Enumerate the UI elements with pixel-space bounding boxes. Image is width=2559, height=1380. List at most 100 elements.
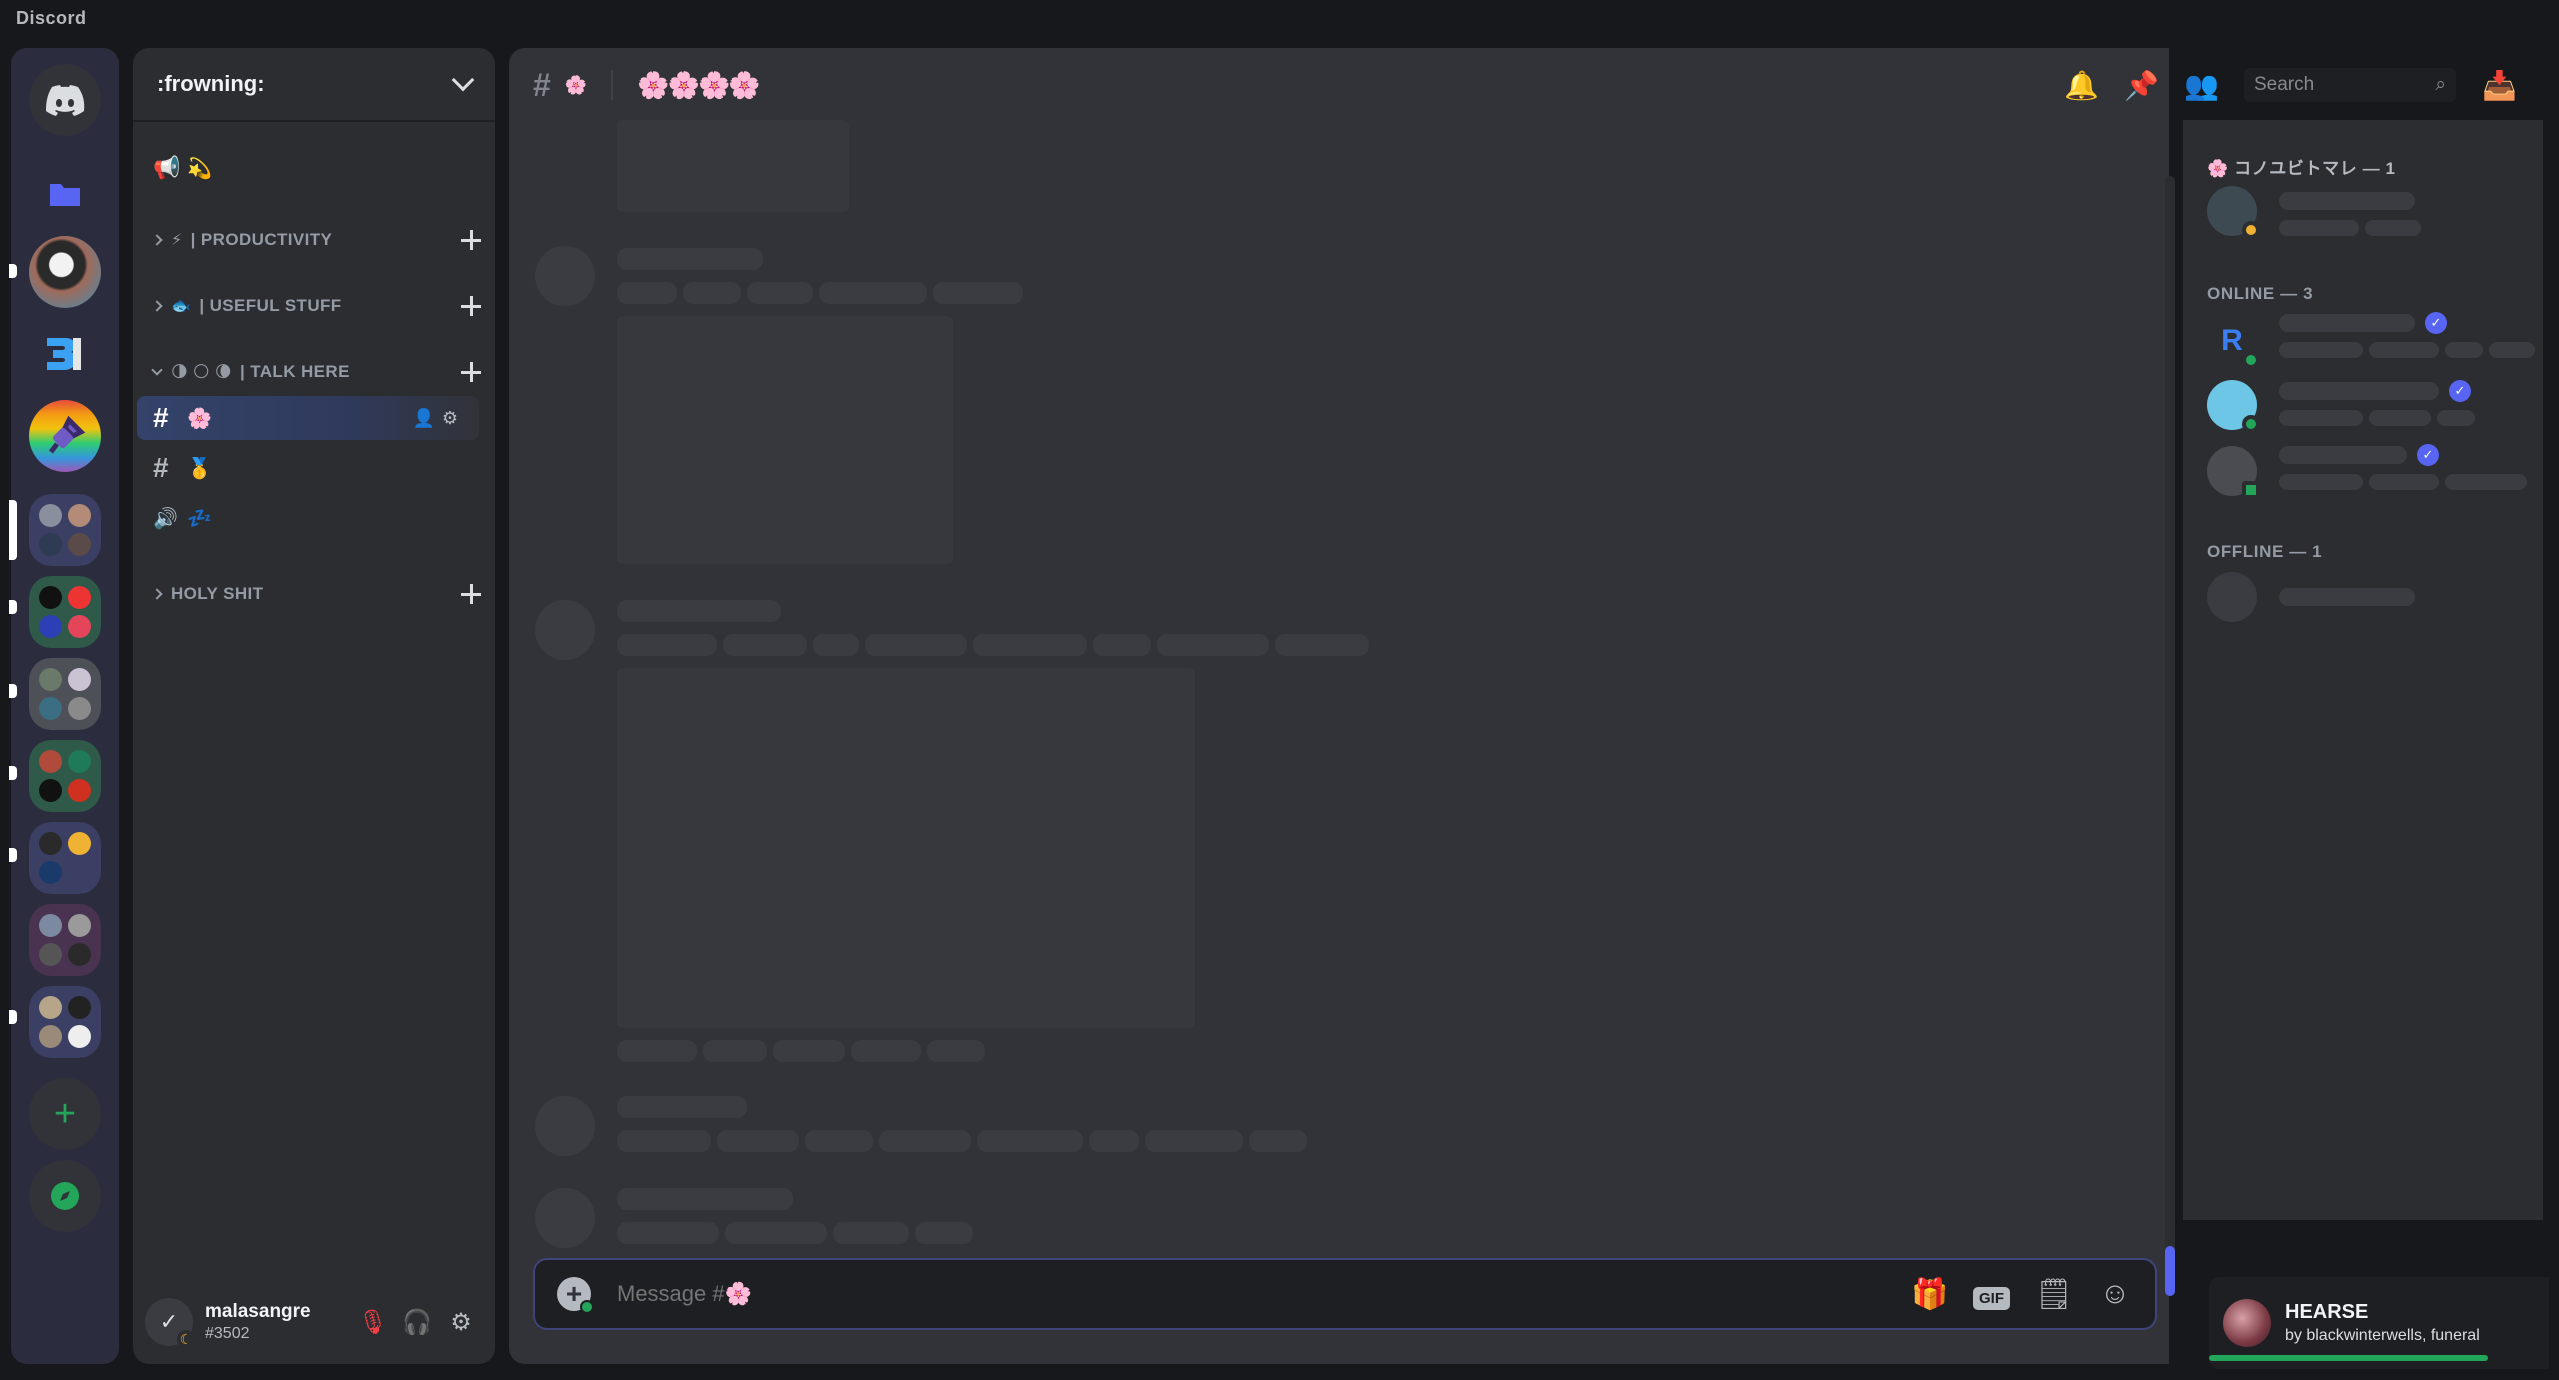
title-bar: Discord <box>0 0 2559 40</box>
create-channel-button[interactable] <box>461 230 481 250</box>
category-label: | PRODUCTIVITY <box>190 230 333 249</box>
server-folder[interactable] <box>29 494 101 566</box>
server-folder[interactable] <box>29 822 101 894</box>
loading-member-activity <box>2365 220 2421 236</box>
loading-member-activity <box>2279 474 2363 490</box>
scrollbar-thumb[interactable] <box>2165 1246 2175 1296</box>
server-folder[interactable] <box>29 658 101 730</box>
invite-icon[interactable]: 👤 <box>411 408 437 429</box>
user-info[interactable]: malasangre #3502 <box>205 1301 351 1343</box>
discord-logo-icon <box>46 85 85 116</box>
category-emoji: 🐟 <box>171 298 192 315</box>
server-folder[interactable] <box>29 158 101 230</box>
loading-text <box>851 1040 921 1062</box>
loading-text <box>703 1040 767 1062</box>
loading-text <box>865 634 967 656</box>
chevron-down-icon <box>451 68 475 92</box>
category-productivity[interactable]: ⚡ | PRODUCTIVITY <box>147 224 481 256</box>
loading-member-activity <box>2445 474 2527 490</box>
category-talk-here[interactable]: 🌗 🌕 🌘 | TALK HERE <box>147 356 481 388</box>
caret-right-icon <box>151 300 163 312</box>
channel-item[interactable]: # 🥇 <box>137 446 479 490</box>
category-emoji: ⚡ <box>171 232 183 249</box>
sticker-icon[interactable]: 🗒 <box>2035 1277 2073 1312</box>
category-label: | TALK HERE <box>239 362 350 381</box>
home-button[interactable] <box>29 64 101 136</box>
member-avatar[interactable] <box>2207 186 2260 239</box>
gif-button[interactable]: GIF <box>1973 1277 2010 1311</box>
plug-icon <box>49 415 86 454</box>
loading-avatar <box>535 246 595 306</box>
member-avatar[interactable]: R <box>2207 316 2260 369</box>
create-channel-button[interactable] <box>461 584 481 604</box>
create-channel-button[interactable] <box>461 362 481 382</box>
loading-member-activity <box>2279 410 2363 426</box>
member-avatar[interactable] <box>2207 380 2260 433</box>
locked-hash-icon: # <box>533 66 551 103</box>
voice-channel-item[interactable]: 🔊 💤 <box>137 496 479 540</box>
server-icon[interactable] <box>29 400 101 472</box>
announcement-channel[interactable]: 📢 💫 <box>137 146 479 190</box>
loading-name <box>617 248 763 270</box>
user-avatar[interactable]: ✓ ☾ <box>145 1298 195 1348</box>
loading-text <box>725 1222 827 1244</box>
track-title: HEARSE <box>2285 1301 2369 1323</box>
loading-text <box>973 634 1087 656</box>
gear-icon[interactable]: ⚙ <box>437 408 463 429</box>
server-icon[interactable] <box>29 318 101 390</box>
loading-member-activity <box>2369 410 2431 426</box>
category-holy-shit[interactable]: HOLY SHIT <box>147 578 481 610</box>
server-folder[interactable] <box>29 986 101 1058</box>
emoji-icon[interactable]: ☺ <box>2097 1277 2133 1311</box>
guild-header[interactable]: :frowning: <box>133 48 495 122</box>
loading-text <box>1145 1130 1243 1152</box>
loading-text <box>717 1130 799 1152</box>
megaphone-icon: 📢 <box>153 155 181 180</box>
status-dot <box>580 1300 594 1314</box>
app-title: Discord <box>16 8 87 28</box>
loading-member-activity <box>2279 342 2363 358</box>
bell-icon[interactable]: 🔔 <box>2064 69 2099 102</box>
loading-text <box>617 1222 719 1244</box>
server-folder[interactable] <box>29 576 101 648</box>
channel-name: 🥇 <box>187 457 212 480</box>
channel-name: 💤 <box>187 507 212 530</box>
now-playing-card[interactable]: HEARSE by blackwinterwells, funeral <box>2209 1277 2549 1369</box>
search-input[interactable]: Search ⌕ <box>2244 68 2456 102</box>
message-composer: + 🎁 GIF 🗒 ☺ <box>533 1258 2157 1330</box>
locked-hash-icon: # <box>153 452 169 483</box>
gift-icon[interactable]: 🎁 <box>1911 1277 1948 1312</box>
composer-actions: 🎁 GIF 🗒 ☺ <box>1911 1277 2133 1312</box>
username: malasangre <box>205 1301 311 1322</box>
loading-text <box>927 1040 985 1062</box>
inbox-icon[interactable]: 📥 <box>2482 69 2517 102</box>
unread-indicator <box>9 848 17 862</box>
server-folder[interactable] <box>29 740 101 812</box>
loading-embed <box>617 120 849 212</box>
user-settings-button[interactable]: ⚙ <box>439 1300 483 1344</box>
server-icon[interactable] <box>29 236 101 308</box>
channel-item-active[interactable]: # 🌸 👤 ⚙ <box>137 396 479 440</box>
category-useful-stuff[interactable]: 🐟 | USEFUL STUFF <box>147 290 481 322</box>
attach-button[interactable]: + <box>557 1277 594 1314</box>
scrollbar[interactable] <box>2165 176 2175 1296</box>
mute-mic-button[interactable]: 🎙 <box>351 1300 395 1344</box>
loading-member-activity <box>2369 342 2439 358</box>
pin-icon[interactable]: 📌 <box>2124 69 2159 102</box>
member-avatar[interactable] <box>2207 446 2260 499</box>
loading-name <box>617 1188 793 1210</box>
caret-down-icon <box>151 364 163 376</box>
loading-image <box>617 668 1195 1028</box>
explore-servers-button[interactable] <box>29 1160 101 1232</box>
loading-text <box>723 634 807 656</box>
deafen-button[interactable]: 🎧 <box>395 1300 439 1344</box>
member-avatar[interactable] <box>2207 572 2257 622</box>
members-icon[interactable]: 👥 <box>2184 69 2219 102</box>
gear-icon: ⚙ <box>450 1308 472 1336</box>
create-channel-button[interactable] <box>461 296 481 316</box>
server-folder[interactable] <box>29 904 101 976</box>
add-server-button[interactable]: + <box>29 1078 101 1150</box>
message-input[interactable] <box>617 1281 1911 1307</box>
locked-hash-icon: # <box>153 402 169 433</box>
category-label: | USEFUL STUFF <box>199 296 342 315</box>
